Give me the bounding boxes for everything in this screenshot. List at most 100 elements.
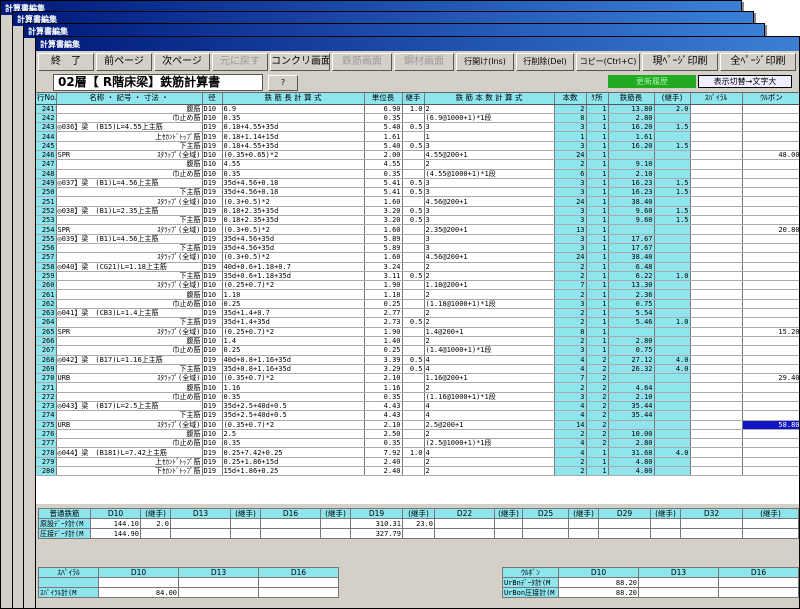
grid-cell[interactable]: D10 — [202, 169, 223, 179]
grid-cell[interactable]: 3 — [554, 122, 587, 133]
grid-cell[interactable]: 3 — [554, 243, 587, 254]
grid-cell[interactable]: 0.35 — [222, 169, 365, 179]
grid-cell[interactable] — [742, 289, 799, 300]
grid-cell[interactable] — [654, 429, 691, 440]
row-number-cell[interactable]: 257 — [36, 252, 57, 263]
table-row[interactable]: 265 SPR ｽﾀﾗｯﾌﾟ(全域) D10 (0.25+0.7)*2 1.90 1.4@2… — [36, 327, 799, 337]
grid-cell[interactable]: 1 — [586, 187, 609, 198]
grid-cell[interactable]: D10 — [202, 373, 223, 384]
grid-cell[interactable]: 2.10 — [608, 392, 655, 403]
grid-cell[interactable]: 2 — [424, 336, 555, 347]
grid-cell[interactable]: D19 — [202, 364, 223, 375]
grid-cell[interactable]: 3 — [424, 187, 555, 198]
grid-cell[interactable] — [742, 206, 799, 217]
grid-cell[interactable] — [654, 234, 691, 244]
grid-cell[interactable] — [608, 224, 655, 235]
grid-cell[interactable] — [402, 429, 425, 440]
grid-cell[interactable]: 2.5@200+1 — [424, 420, 555, 430]
grid-cell[interactable]: D19 — [202, 317, 223, 328]
grid-cell[interactable] — [402, 336, 425, 347]
grid-cell[interactable] — [402, 420, 425, 430]
grid-cell[interactable]: (0.25+0.7)*2 — [222, 327, 365, 337]
grid-cell[interactable] — [690, 141, 743, 152]
grid-cell[interactable]: 2 — [554, 382, 587, 393]
grid-cell[interactable] — [402, 234, 425, 244]
grid-cell[interactable] — [654, 196, 691, 207]
grid-cell[interactable]: 3.24 — [364, 262, 403, 272]
grid-cell[interactable]: 2 — [554, 159, 587, 170]
row-number-cell[interactable]: 254 — [36, 224, 57, 235]
grid-cell[interactable]: 0.18+4.55+35d — [222, 141, 365, 152]
grid-cell[interactable]: 2 — [554, 308, 587, 319]
grid-cell[interactable]: 13.30 — [608, 280, 655, 291]
grid-cell[interactable]: 1 — [586, 224, 609, 235]
grid-cell[interactable] — [402, 196, 425, 207]
grid-cell[interactable]: 3 — [424, 243, 555, 254]
grid-cell[interactable]: 13.80 — [608, 104, 655, 114]
table-row[interactable]: 270 URB ｽﾀﾗｯﾌﾟ(全域) D10 (0.35+0.7)*2 2.10 1.16@… — [36, 373, 799, 384]
grid-cell[interactable]: 0.18+2.35+35d — [222, 215, 365, 226]
grid-cell[interactable]: 2 — [586, 382, 609, 393]
row-number-cell[interactable]: 242 — [36, 113, 57, 124]
grid-cell[interactable]: D19 — [202, 215, 223, 226]
grid-cell[interactable]: 0.25 — [364, 299, 403, 310]
grid-cell[interactable]: D19 — [202, 457, 223, 468]
grid-cell[interactable]: ◎039】梁 (B1)L=4.56上主筋 — [56, 234, 203, 244]
grid-cell[interactable] — [742, 355, 799, 365]
grid-cell[interactable] — [742, 345, 799, 356]
grid-cell[interactable]: D19 — [202, 234, 223, 244]
table-row[interactable]: 251 ｽﾀﾗｯﾌﾟ(全域) D10 (0.3+0.5)*2 1.60 4.56@200+… — [36, 196, 799, 207]
grid-cell[interactable]: 1.5 — [654, 122, 691, 133]
grid-cell[interactable]: D10 — [202, 429, 223, 440]
grid-cell[interactable]: 下ｾｶﾝﾄﾞﾄｯﾌﾟ筋 — [56, 466, 203, 477]
grid-cell[interactable] — [742, 299, 799, 310]
grid-cell[interactable]: 9.10 — [608, 159, 655, 170]
grid-cell[interactable] — [690, 122, 743, 133]
table-row[interactable]: 242 巾止め筋 D10 0.35 0.35 (6.9@1000+1)*1段 8 1 2.80 — [36, 113, 799, 124]
grid-cell[interactable]: 24 — [554, 252, 587, 263]
grid-cell[interactable] — [742, 382, 799, 393]
grid-cell[interactable]: 2 — [424, 466, 555, 477]
row-number-cell[interactable]: 260 — [36, 280, 57, 291]
grid-cell[interactable]: 1 — [586, 262, 609, 272]
grid-cell[interactable]: 3.11 — [364, 271, 403, 282]
table-row[interactable]: 257 ｽﾀﾗｯﾌﾟ(全域) D10 (0.3+0.5)*2 1.60 4.56@200+… — [36, 252, 799, 263]
grid-cell[interactable]: 1.5 — [654, 187, 691, 198]
grid-cell[interactable] — [654, 150, 691, 161]
grid-cell[interactable]: 3.29 — [364, 364, 403, 375]
grid-cell[interactable]: D10 — [202, 113, 223, 124]
prev-page-button[interactable]: 前ページ — [96, 53, 152, 71]
row-number-cell[interactable]: 279 — [36, 457, 57, 468]
grid-cell[interactable] — [608, 420, 655, 430]
grid-cell[interactable] — [402, 224, 425, 235]
grid-cell[interactable]: 2.00 — [364, 150, 403, 161]
grid-cell[interactable]: 2.35@200+1 — [424, 224, 555, 235]
grid-cell[interactable]: 0.35 — [364, 113, 403, 124]
grid-cell[interactable]: 2 — [586, 364, 609, 375]
grid-cell[interactable]: 0.75 — [608, 299, 655, 310]
grid-cell[interactable]: 16.23 — [608, 178, 655, 189]
row-number-cell[interactable]: 268 — [36, 355, 57, 365]
grid-cell[interactable] — [690, 429, 743, 440]
grid-cell[interactable]: 27.12 — [608, 355, 655, 365]
row-number-cell[interactable]: 259 — [36, 271, 57, 282]
grid-cell[interactable]: ◎040】梁 (CG21)L=1.18上主筋 — [56, 262, 203, 272]
grid-cell[interactable]: 2.40 — [364, 466, 403, 477]
row-number-cell[interactable]: 273 — [36, 401, 57, 412]
grid-cell[interactable]: 腹筋 — [56, 429, 203, 440]
grid-cell[interactable]: 下主筋 — [56, 243, 203, 254]
grid-cell[interactable]: 2.5 — [222, 429, 365, 440]
grid-cell[interactable]: 0.18+4.55+35d — [222, 122, 365, 133]
grid-cell[interactable]: 2.40 — [364, 457, 403, 468]
grid-cell[interactable]: 1 — [586, 150, 609, 161]
grid-cell[interactable]: 1 — [586, 104, 609, 114]
grid-cell[interactable]: 腹筋 — [56, 382, 203, 393]
grid-cell[interactable]: 腹筋 — [56, 336, 203, 347]
grid-cell[interactable] — [654, 113, 691, 124]
grid-cell[interactable]: 15d+1.86+0.25 — [222, 466, 365, 477]
grid-cell[interactable] — [742, 178, 799, 189]
grid-cell[interactable]: 2 — [554, 289, 587, 300]
grid-cell[interactable]: 1 — [586, 206, 609, 217]
grid-cell[interactable]: 6.48 — [608, 262, 655, 272]
grid-cell[interactable]: ｽﾀﾗｯﾌﾟ(全域) — [56, 196, 203, 207]
